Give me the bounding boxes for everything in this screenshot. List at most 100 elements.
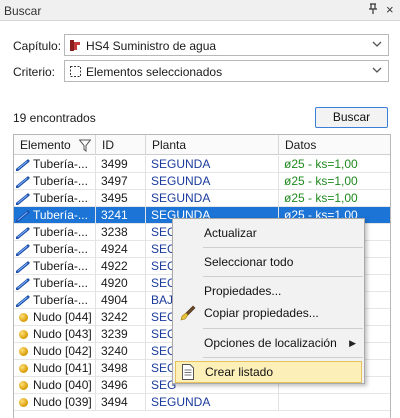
menu-separator: [203, 276, 363, 277]
elemento-text: Tubería-...: [33, 157, 88, 171]
context-menu: Actualizar Seleccionar todo Propiedades.…: [172, 218, 365, 384]
cell-id: 4922: [96, 258, 146, 275]
table-row[interactable]: Tubería-... 3497 SEGUNDA ø25 - ks=1,00: [14, 173, 390, 190]
search-button[interactable]: Buscar: [315, 107, 388, 128]
elemento-text: Nudo [044]: [33, 310, 92, 324]
menu-item-seleccionar-todo[interactable]: Seleccionar todo: [175, 251, 362, 273]
elemento-text: Tubería-...: [33, 242, 88, 256]
pipe-icon: [15, 278, 30, 291]
menu-separator: [203, 328, 363, 329]
table-header: Elemento ID Planta Datos: [14, 135, 390, 155]
pin-icon[interactable]: [368, 3, 378, 18]
elemento-text: Nudo [040]: [33, 378, 92, 392]
elemento-text: Tubería-...: [33, 174, 88, 188]
table-row[interactable]: Tubería-... 3495 SEGUNDA ø25 - ks=1,00: [14, 190, 390, 207]
pipe-icon: [15, 176, 30, 189]
brush-icon: [180, 305, 196, 328]
document-icon: [181, 364, 195, 386]
filter-icon[interactable]: [78, 138, 92, 158]
cell-datos: ø25 - ks=1,00: [284, 191, 358, 205]
header-label: ID: [102, 138, 114, 152]
cell-id: 3495: [96, 190, 146, 207]
header-label: Datos: [285, 138, 317, 152]
cell-planta: SEGUNDA: [146, 173, 279, 190]
pipe-icon: [15, 210, 30, 223]
panel-titlebar: Buscar ×: [0, 0, 400, 21]
elemento-text: Tubería-...: [33, 208, 88, 222]
pipe-icon: [15, 159, 30, 172]
chevron-down-icon[interactable]: [372, 63, 382, 80]
cell-id: 3496: [96, 377, 146, 394]
submenu-arrow-icon: ▶: [349, 338, 356, 348]
cell-planta: SEGUNDA: [146, 394, 279, 411]
cell-elemento: Nudo [041]: [14, 360, 96, 377]
capitulo-label: Capítulo:: [13, 39, 62, 53]
cell-id: 3494: [96, 394, 146, 411]
menu-item-label: Propiedades...: [204, 284, 282, 298]
cell-elemento: Tubería-...: [14, 224, 96, 241]
cell-elemento: Nudo [039]: [14, 394, 96, 411]
cell-elemento: Nudo [040]: [14, 377, 96, 394]
criterio-select[interactable]: Elementos seleccionados: [64, 60, 389, 82]
menu-item-propiedades[interactable]: Propiedades...: [175, 280, 362, 302]
table-row[interactable]: Tubería-... 3499 SEGUNDA ø25 - ks=1,00: [14, 156, 390, 173]
header-datos[interactable]: Datos: [279, 135, 390, 155]
menu-item-label: Seleccionar todo: [204, 255, 294, 269]
cell-elemento: Tubería-...: [14, 173, 96, 190]
cell-id: 4904: [96, 292, 146, 309]
menu-item-opciones-localizacion[interactable]: Opciones de localización ▶: [175, 332, 362, 354]
criterio-label: Criterio:: [13, 65, 56, 79]
results-count: 19 encontrados: [13, 111, 96, 125]
elemento-text: Tubería-...: [33, 225, 88, 239]
header-id[interactable]: ID: [96, 135, 146, 155]
cell-id: 4924: [96, 241, 146, 258]
cell-elemento: Nudo [042]: [14, 343, 96, 360]
cell-elemento: Tubería-...: [14, 241, 96, 258]
menu-item-label: Actualizar: [204, 226, 257, 240]
menu-item-copiar-propiedades[interactable]: Copiar propiedades...: [175, 302, 362, 324]
node-icon: [19, 364, 28, 374]
cell-id: 3239: [96, 326, 146, 343]
cell-id: 3241: [96, 207, 146, 224]
cell-planta: SEGUNDA: [146, 156, 279, 173]
cell-datos: ø25 - ks=1,00: [284, 157, 358, 171]
header-elemento[interactable]: Elemento: [14, 135, 96, 155]
chapter-icon: [69, 39, 82, 52]
cell-elemento: Tubería-...: [14, 156, 96, 173]
menu-separator: [203, 357, 363, 358]
menu-item-actualizar[interactable]: Actualizar: [175, 222, 362, 244]
table-row[interactable]: Nudo [039] 3494 SEGUNDA: [14, 394, 390, 411]
panel-title: Buscar: [4, 4, 42, 18]
node-icon: [19, 381, 28, 391]
cell-datos: [279, 394, 390, 411]
cell-elemento: Tubería-...: [14, 207, 96, 224]
elemento-text: Tubería-...: [33, 191, 88, 205]
cell-elemento: Nudo [044]: [14, 309, 96, 326]
header-label: Planta: [152, 138, 187, 152]
cell-id: 3498: [96, 360, 146, 377]
header-planta[interactable]: Planta: [146, 135, 279, 155]
elemento-text: Tubería-...: [33, 293, 88, 307]
cell-elemento: Tubería-...: [14, 190, 96, 207]
chevron-down-icon[interactable]: [372, 37, 382, 54]
selection-rect-icon: [69, 65, 82, 78]
menu-item-crear-listado[interactable]: Crear listado: [175, 361, 362, 383]
cell-id: 3238: [96, 224, 146, 241]
criterio-value: Elementos seleccionados: [86, 65, 223, 79]
pipe-icon: [15, 261, 30, 274]
cell-id: 3497: [96, 173, 146, 190]
pipe-icon: [15, 193, 30, 206]
elemento-text: Nudo [039]: [33, 395, 92, 409]
elemento-text: Nudo [043]: [33, 327, 92, 341]
node-icon: [19, 398, 28, 408]
cell-id: 3242: [96, 309, 146, 326]
cell-id: 3499: [96, 156, 146, 173]
cell-id: 3240: [96, 343, 146, 360]
pipe-icon: [15, 227, 30, 240]
header-label: Elemento: [20, 138, 71, 152]
capitulo-select[interactable]: HS4 Suministro de agua: [64, 34, 389, 56]
close-icon[interactable]: ×: [386, 2, 394, 17]
cell-elemento: Tubería-...: [14, 292, 96, 309]
node-icon: [19, 330, 28, 340]
node-icon: [19, 313, 28, 323]
